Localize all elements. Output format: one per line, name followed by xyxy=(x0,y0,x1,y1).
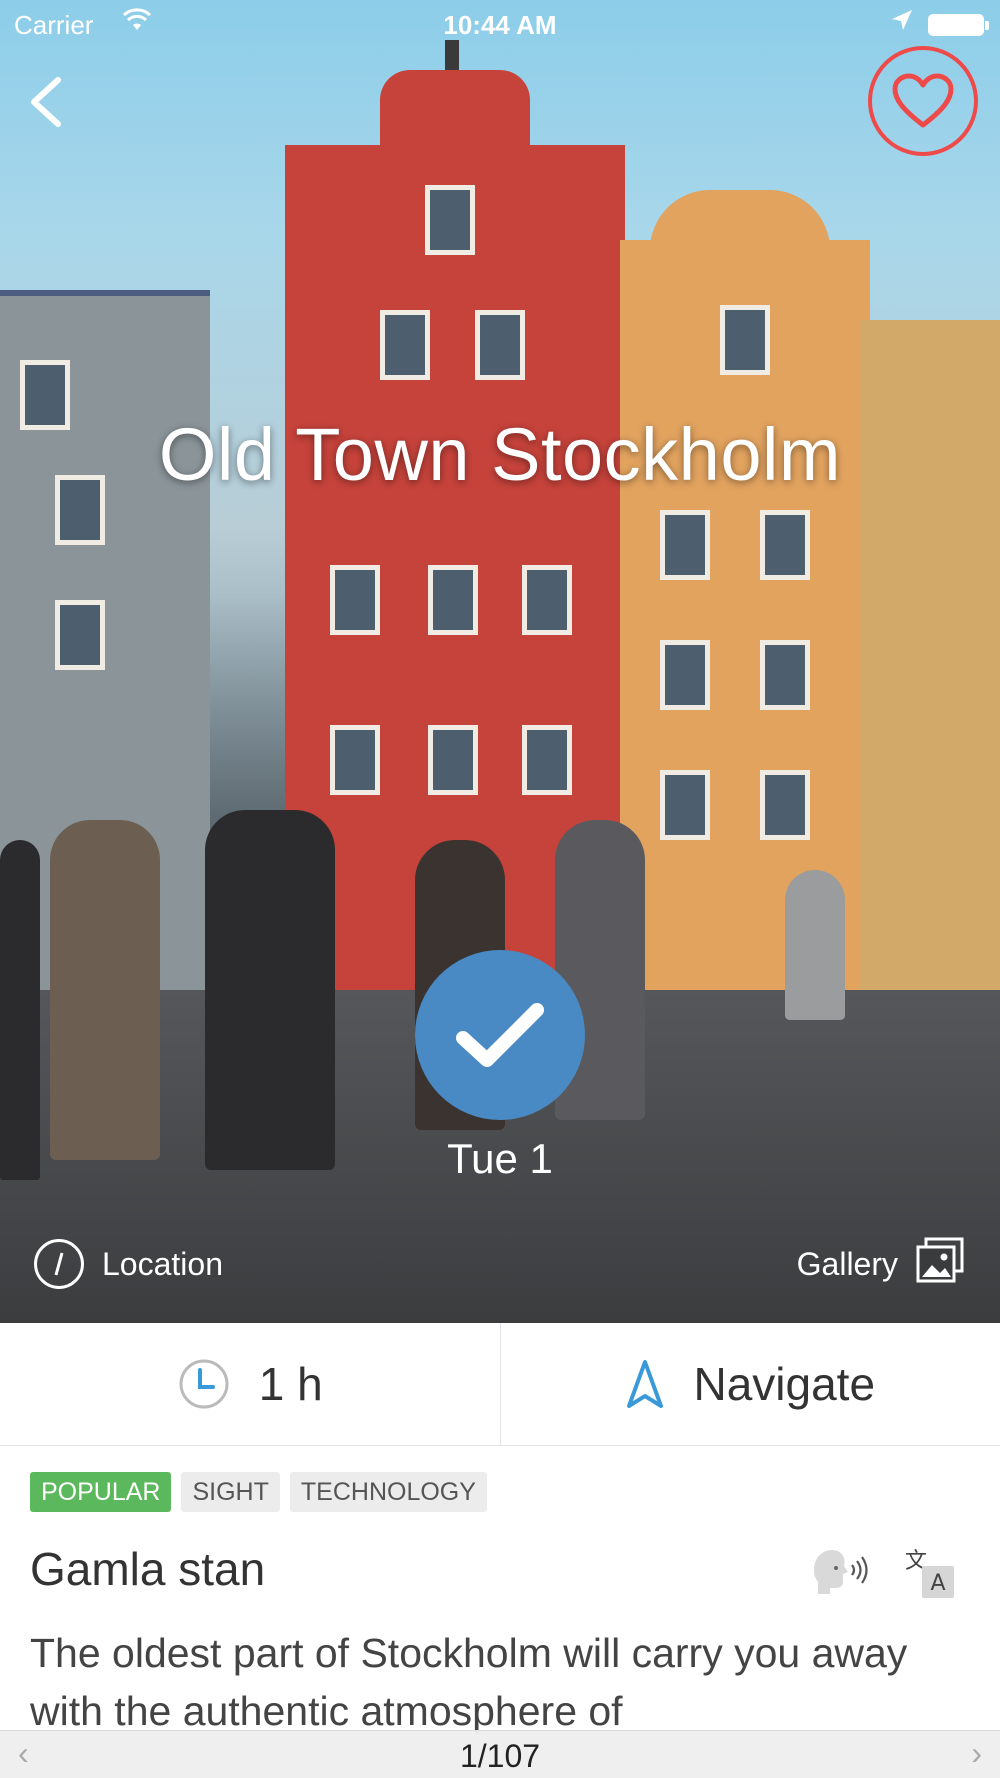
window xyxy=(425,185,475,255)
heart-icon xyxy=(892,73,954,128)
gallery-icon xyxy=(914,1235,966,1293)
window xyxy=(760,640,810,710)
person xyxy=(0,840,40,1180)
window xyxy=(660,640,710,710)
svg-text:A: A xyxy=(930,1571,945,1596)
window xyxy=(720,305,770,375)
window xyxy=(760,770,810,840)
translate-icon: 文A xyxy=(900,1544,954,1598)
window xyxy=(330,565,380,635)
navigation-arrow-icon xyxy=(625,1358,665,1410)
location-button[interactable]: Location xyxy=(34,1237,223,1291)
read-aloud-button[interactable] xyxy=(810,1548,870,1594)
window xyxy=(660,510,710,580)
tag-technology: TECHNOLOGY xyxy=(289,1472,487,1512)
navigate-button[interactable]: Navigate xyxy=(499,1323,1000,1445)
tag-popular: POPULAR xyxy=(30,1472,172,1512)
next-button[interactable]: › xyxy=(971,1735,982,1772)
place-name: Gamla stan xyxy=(30,1543,266,1595)
window xyxy=(55,600,105,670)
duration-label: 1 h xyxy=(258,1358,323,1410)
gallery-label: Gallery xyxy=(796,1245,898,1282)
window xyxy=(522,565,572,635)
check-icon xyxy=(456,1003,544,1067)
action-bar: 1 h Navigate xyxy=(0,1323,1000,1446)
window xyxy=(760,510,810,580)
tag-sight: SIGHT xyxy=(181,1472,280,1512)
chevron-left-icon xyxy=(31,77,61,127)
location-label: Location xyxy=(102,1245,223,1282)
duration-display: 1 h xyxy=(0,1323,500,1445)
tag-list: POPULAR SIGHT TECHNOLOGY xyxy=(30,1472,487,1512)
translate-button[interactable]: 文A xyxy=(900,1544,956,1600)
status-bar: Carrier 10:44 AM xyxy=(0,0,1000,50)
window xyxy=(428,725,478,795)
description-text: The oldest part of Stockholm will carry … xyxy=(30,1630,908,1734)
person xyxy=(205,810,335,1170)
navigate-label: Navigate xyxy=(693,1358,876,1410)
compass-icon xyxy=(34,1239,84,1289)
battery-icon xyxy=(928,14,989,36)
pager-bar: ‹ 1/107 › xyxy=(0,1730,1000,1778)
location-services-icon xyxy=(890,8,914,39)
mark-visited-button[interactable] xyxy=(415,950,585,1120)
gallery-button[interactable]: Gallery xyxy=(797,1237,966,1291)
person xyxy=(785,870,845,1020)
back-button[interactable] xyxy=(22,72,72,132)
scheduled-day-label: Tue 1 xyxy=(447,1135,553,1182)
person xyxy=(50,820,160,1160)
window xyxy=(428,565,478,635)
window xyxy=(380,310,430,380)
window xyxy=(660,770,710,840)
clock-time: 10:44 AM xyxy=(443,10,557,40)
window xyxy=(330,725,380,795)
speaker-head-icon xyxy=(814,1550,868,1594)
window xyxy=(522,725,572,795)
page-counter: 1/107 xyxy=(459,1738,541,1774)
favorite-button[interactable] xyxy=(868,46,978,156)
clock-icon xyxy=(177,1357,231,1411)
hero-image xyxy=(0,0,1000,1323)
window xyxy=(475,310,525,380)
page-title: Old Town Stockholm xyxy=(158,413,842,496)
